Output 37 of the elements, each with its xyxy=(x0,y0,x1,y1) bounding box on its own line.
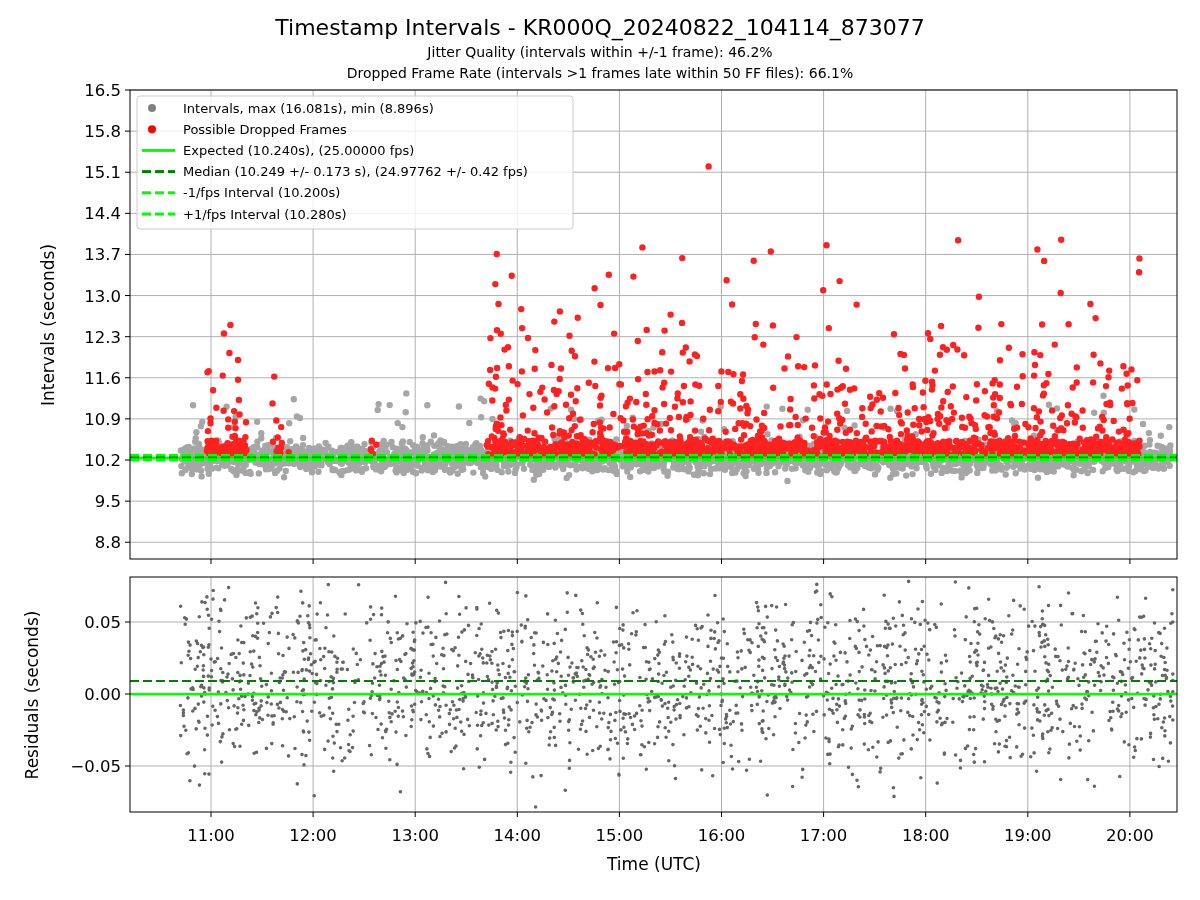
y-tick-label: 0.05 xyxy=(84,613,121,632)
legend-label: Possible Dropped Frames xyxy=(183,121,347,137)
chart-title: Timestamp Intervals - KR000Q_20240822_104114_873077 xyxy=(275,14,925,42)
x-tick-label: 13:00 xyxy=(391,826,439,845)
x-tick-label: 16:00 xyxy=(697,826,746,845)
y-tick-label: 13.7 xyxy=(84,245,121,265)
x-axis-label: Time (UTC) xyxy=(607,854,701,874)
x-tick-label: 11:00 xyxy=(187,826,235,845)
chart-subtitle: Jitter Quality (intervals within +/-1 frame): 46.2% xyxy=(427,43,773,62)
y-tick-label: 11.6 xyxy=(84,368,121,388)
y-tick-label: 10.9 xyxy=(84,409,121,429)
y-tick-label: −0.05 xyxy=(70,757,121,776)
y-tick-label: 12.3 xyxy=(84,327,121,347)
legend-label: -1/fps Interval (10.200s) xyxy=(183,185,341,201)
x-tick-label: 12:00 xyxy=(289,826,337,845)
x-tick-label: 18:00 xyxy=(901,826,950,845)
legend-label: Median (10.249 +/- 0.173 s), (24.97762 +/- 0.42 fps) xyxy=(183,164,528,180)
y-tick-label: 13.0 xyxy=(84,286,121,306)
y-tick-label: 9.5 xyxy=(94,492,121,512)
y-tick-label: 15.1 xyxy=(84,163,121,183)
y-tick-label: 10.2 xyxy=(84,451,121,470)
y-tick-label: 15.8 xyxy=(84,122,121,142)
y-axis-label: Intervals (seconds) xyxy=(38,243,58,407)
y-axis-label: Residuals (seconds) xyxy=(22,610,42,780)
x-tick-label: 17:00 xyxy=(799,826,848,845)
legend-label: Expected (10.240s), (25.00000 fps) xyxy=(183,142,415,158)
x-tick-label: 20:00 xyxy=(1106,826,1154,845)
y-tick-label: 8.8 xyxy=(94,533,121,553)
y-tick-label: 16.5 xyxy=(84,84,121,100)
x-tick-label: 19:00 xyxy=(1004,826,1052,845)
x-tick-label: 15:00 xyxy=(595,826,644,845)
y-tick-label: 14.4 xyxy=(84,204,121,224)
x-tick-label: 14:00 xyxy=(493,826,542,845)
legend-label: +1/fps Interval (10.280s) xyxy=(183,206,347,222)
legend-label: Intervals, max (16.081s), min (8.896s) xyxy=(183,100,434,116)
chart-subtitle: Dropped Frame Rate (intervals >1 frames late within 50 FF files): 66.1% xyxy=(346,64,854,83)
y-tick-label: 0.00 xyxy=(84,685,121,704)
